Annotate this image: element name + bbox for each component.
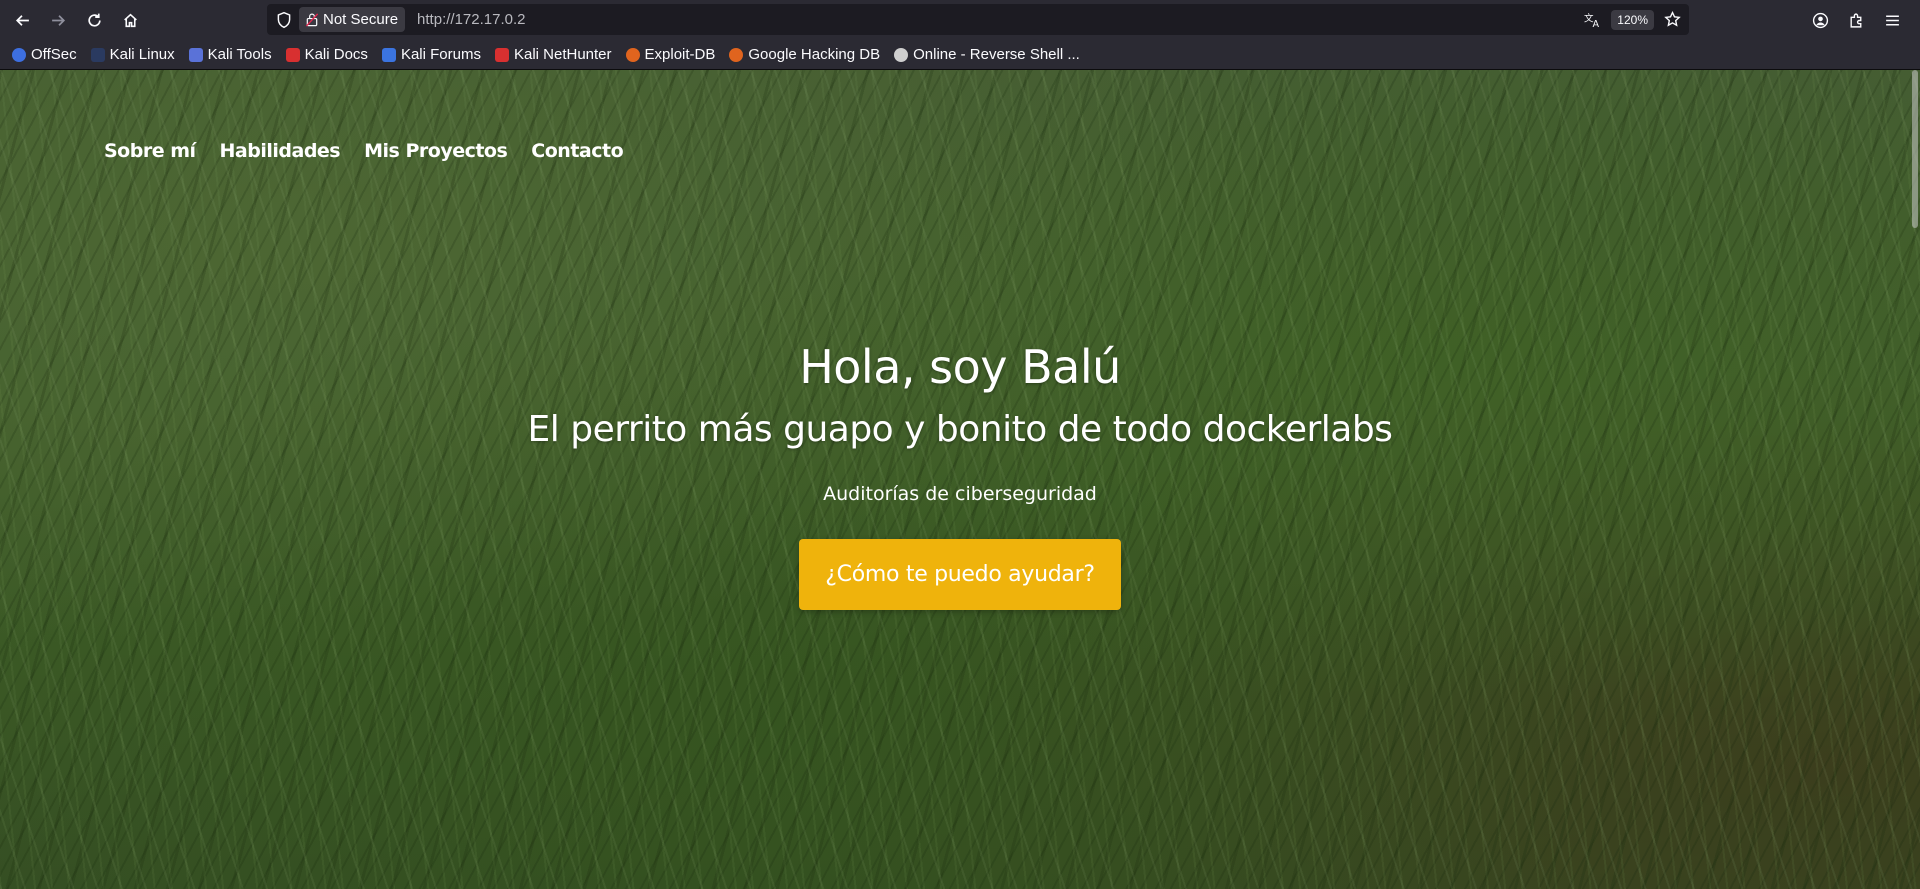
bookmark-label: Kali Tools [207,46,272,63]
skull-icon [894,47,909,62]
bookmark-label: Kali NetHunter [513,46,612,63]
bookmark-google-hacking-db[interactable]: Google Hacking DB [723,43,886,67]
kali-tools-icon [188,47,203,62]
nav-link-mis-proyectos[interactable]: Mis Proyectos [364,140,508,162]
hero-title: Hola, soy Balú [799,340,1121,394]
bookmark-label: Kali Linux [109,46,175,63]
hero-subtitle: El perrito más guapo y bonito de todo do… [527,409,1393,450]
bookmark-offsec[interactable]: OffSec [6,43,83,67]
zoom-level[interactable]: 120% [1611,9,1654,30]
exploit-db-icon [625,47,640,62]
account-icon [1812,12,1828,28]
insecure-lock-icon [305,13,319,27]
reload-icon [87,13,101,27]
page-scrollbar[interactable] [1912,70,1918,228]
browser-toolbar: Not Secure http://172.17.0.2 文 A 120% [0,0,1920,40]
site-nav: Sobre mí Habilidades Mis Proyectos Conta… [104,140,647,162]
home-button[interactable] [114,4,146,36]
web-page: Sobre mí Habilidades Mis Proyectos Conta… [0,70,1920,889]
bookmark-label: Kali Forums [400,46,481,63]
home-icon [123,13,137,27]
bookmark-kali-docs[interactable]: Kali Docs [280,43,374,67]
shield-icon[interactable] [275,11,293,29]
arrow-right-icon [51,14,65,26]
hero-tagline: Auditorías de ciberseguridad [823,483,1097,505]
security-label: Not Secure [323,11,399,28]
offsec-icon [12,47,26,62]
svg-text:A: A [1593,19,1600,28]
arrow-left-icon [15,14,29,26]
nav-link-contacto[interactable]: Contacto [531,140,623,162]
bookmark-reverse-shell[interactable]: Online - Reverse Shell ... [888,43,1086,67]
address-bar[interactable]: Not Secure http://172.17.0.2 文 A 120% [267,4,1689,35]
kali-docs-icon [285,47,300,62]
ghdb-icon [729,47,744,62]
bookmarks-toolbar: OffSec Kali Linux Kali Tools Kali Docs K… [0,40,1920,70]
nethunter-icon [494,47,509,62]
bookmark-exploit-db[interactable]: Exploit-DB [620,43,722,67]
nav-link-habilidades[interactable]: Habilidades [220,140,341,162]
puzzle-icon [1849,13,1861,28]
bookmark-label: Online - Reverse Shell ... [913,46,1080,63]
bookmark-kali-tools[interactable]: Kali Tools [183,43,278,67]
bookmark-label: Kali Docs [304,46,368,63]
cta-button[interactable]: ¿Cómo te puedo ayudar? [799,539,1121,610]
star-icon[interactable] [1664,11,1681,28]
grass-background [0,70,1920,889]
bookmark-kali-forums[interactable]: Kali Forums [376,43,487,67]
hamburger-icon [1885,14,1899,26]
bookmark-label: OffSec [31,46,77,63]
back-button[interactable] [6,4,38,36]
reload-button[interactable] [78,4,110,36]
menu-button[interactable] [1876,4,1908,36]
forward-button[interactable] [42,4,74,36]
bookmark-kali-linux[interactable]: Kali Linux [85,43,181,67]
kali-forums-icon [381,47,396,62]
nav-link-sobre-mi[interactable]: Sobre mí [104,140,196,162]
url-text[interactable]: http://172.17.0.2 [417,11,525,28]
account-button[interactable] [1804,4,1836,36]
kali-dragon-icon [90,47,105,62]
security-indicator[interactable]: Not Secure [299,7,406,32]
translate-icon[interactable]: 文 A [1584,11,1601,28]
extensions-button[interactable] [1840,4,1872,36]
bookmark-label: Google Hacking DB [748,46,881,63]
bookmark-kali-nethunter[interactable]: Kali NetHunter [489,43,618,67]
bookmark-label: Exploit-DB [644,46,716,63]
